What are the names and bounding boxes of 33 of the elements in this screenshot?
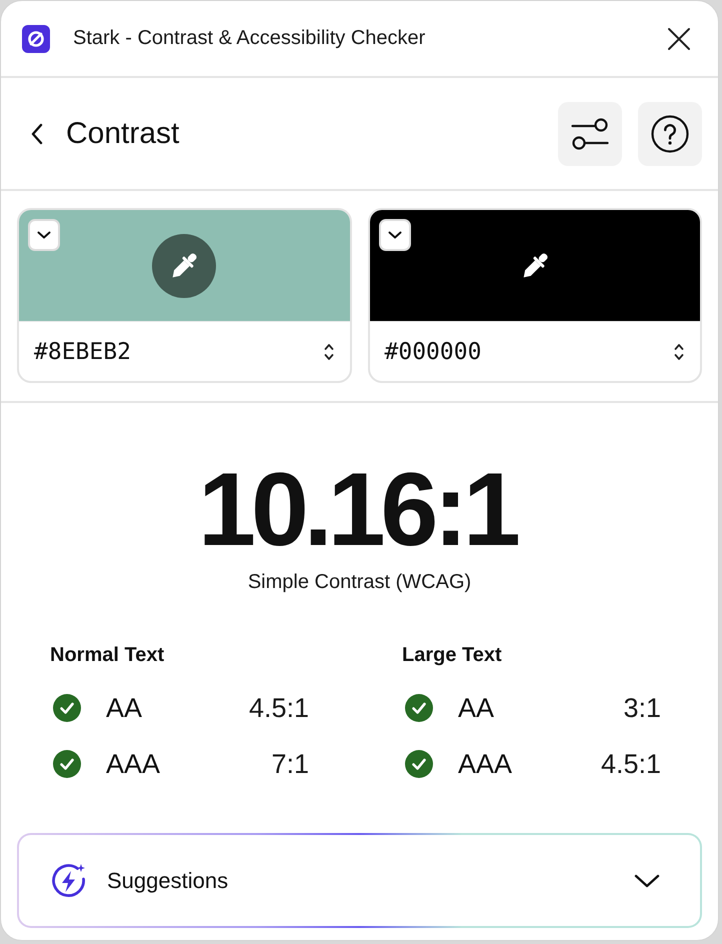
settings-button[interactable]: [558, 102, 622, 166]
required-ratio: 4.5:1: [600, 748, 661, 780]
contrast-ratio: 10.16:1: [198, 458, 518, 562]
close-button[interactable]: [667, 26, 691, 50]
required-ratio: 3:1: [623, 692, 661, 724]
wcag-level: AA: [458, 692, 494, 724]
dropdown-button[interactable]: [378, 219, 410, 251]
hex-input-field[interactable]: #000000: [370, 321, 700, 381]
help-button[interactable]: [638, 102, 702, 166]
wcag-level: AAA: [458, 748, 512, 780]
required-ratio: 7:1: [271, 748, 309, 780]
lightning-sparkle-icon: [51, 862, 87, 898]
chevron-down-icon: [37, 231, 51, 239]
chevron-down-icon: [388, 231, 402, 239]
sliders-icon: [571, 116, 609, 150]
back-chevron-icon: [31, 122, 43, 144]
stepper-icon: [324, 342, 334, 360]
hex-input-field[interactable]: #8EBEB2: [19, 321, 350, 381]
section-heading: Normal Text: [50, 643, 164, 667]
back-button[interactable]: [31, 122, 43, 144]
wcag-level: AA: [106, 692, 142, 724]
help-icon: [651, 114, 689, 152]
close-icon: [667, 26, 691, 50]
app-logo-icon: [22, 24, 50, 52]
page-title: Contrast: [66, 116, 180, 150]
suggestions-button[interactable]: Suggestions: [17, 833, 702, 928]
stepper-icon: [674, 342, 684, 360]
dropdown-button[interactable]: [28, 219, 60, 251]
wcag-level: AAA: [106, 748, 160, 780]
contrast-method-label: Simple Contrast (WCAG): [248, 570, 472, 594]
section-heading: Large Text: [402, 643, 502, 667]
required-ratio: 4.5:1: [248, 692, 309, 724]
window-title: Stark - Contrast & Accessibility Checker: [73, 27, 426, 50]
